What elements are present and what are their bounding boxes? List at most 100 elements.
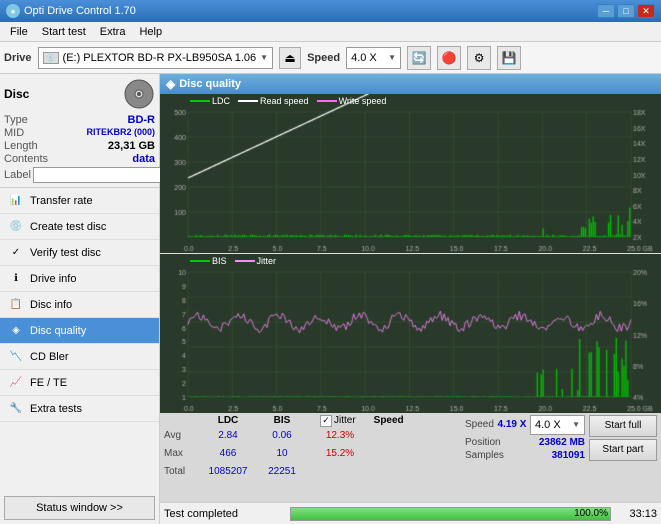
disc-panel-label: Disc — [4, 87, 29, 101]
sidebar-item-transfer-rate[interactable]: 📊 Transfer rate — [0, 188, 159, 214]
content-area: ◈ Disc quality LDC Read speed — [160, 74, 661, 524]
bis-legend-color — [190, 260, 210, 262]
sidebar-item-fe-te[interactable]: 📈 FE / TE — [0, 370, 159, 396]
start-part-button[interactable]: Start part — [589, 439, 657, 461]
save-button[interactable]: 💾 — [497, 46, 521, 70]
disc-panel: Disc Type BD-R MID RITEKBR2 (000) Length… — [0, 74, 159, 188]
length-value: 23,31 GB — [108, 140, 155, 152]
sidebar-item-disc-info[interactable]: 📋 Disc info — [0, 292, 159, 318]
create-test-disc-icon: 💿 — [8, 219, 24, 235]
app-icon: ● — [6, 4, 20, 18]
burn-button[interactable]: 🔴 — [437, 46, 461, 70]
max-bis: 10 — [262, 448, 302, 459]
sidebar-item-disc-quality[interactable]: ◈ Disc quality — [0, 318, 159, 344]
samples-value: 381091 — [552, 450, 585, 461]
speed-stat-value: 4.19 X — [498, 419, 527, 430]
menu-file[interactable]: File — [4, 24, 34, 40]
sidebar-item-verify-test-disc[interactable]: ✓ Verify test disc — [0, 240, 159, 266]
label-input[interactable] — [33, 167, 167, 183]
sidebar: Disc Type BD-R MID RITEKBR2 (000) Length… — [0, 74, 160, 524]
verify-test-disc-icon: ✓ — [8, 245, 24, 261]
jitter-checkbox[interactable]: ✓ — [320, 415, 332, 427]
start-full-button[interactable]: Start full — [589, 415, 657, 437]
stats-table: LDC BIS ✓ Jitter Speed Avg 2.84 0.06 12.… — [164, 415, 461, 500]
total-label: Total — [164, 466, 194, 477]
sidebar-item-extra-tests[interactable]: 🔧 Extra tests — [0, 396, 159, 422]
refresh-button[interactable]: 🔄 — [407, 46, 431, 70]
progress-bar: 100.0% — [290, 507, 611, 521]
menu-extra[interactable]: Extra — [94, 24, 132, 40]
panel-title: Disc quality — [179, 78, 241, 90]
speed-col-header: Speed — [364, 415, 414, 427]
progress-percent: 100.0% — [574, 508, 608, 520]
read-speed-legend-color — [238, 100, 258, 102]
position-value: 23862 MB — [539, 437, 585, 448]
bis-legend-label: BIS — [212, 256, 227, 266]
drive-icon: 💿 — [43, 52, 59, 64]
time-display: 33:13 — [617, 508, 657, 520]
jitter-legend-color — [235, 260, 255, 262]
avg-label: Avg — [164, 430, 194, 441]
disc-svg-icon — [123, 78, 155, 110]
start-buttons: Start full Start part — [589, 415, 657, 500]
avg-bis: 0.06 — [262, 430, 302, 441]
position-label: Position — [465, 437, 501, 448]
write-speed-legend-color — [317, 100, 337, 102]
drive-select[interactable]: 💿 (E:) PLEXTOR BD-R PX-LB950SA 1.06 ▼ — [38, 47, 274, 69]
maximize-button[interactable]: □ — [617, 4, 635, 18]
speed-stat-select[interactable]: 4.0 X ▼ — [530, 415, 585, 435]
toolbar: Drive 💿 (E:) PLEXTOR BD-R PX-LB950SA 1.0… — [0, 42, 661, 74]
jitter-header-label: Jitter — [334, 415, 356, 426]
panel-header-icon: ◈ — [166, 77, 175, 91]
minimize-button[interactable]: ─ — [597, 4, 615, 18]
speed-stat-select-value: 4.0 X — [535, 419, 570, 431]
status-window-button[interactable]: Status window >> — [4, 496, 155, 520]
extra-tests-icon: 🔧 — [8, 401, 24, 417]
menu-help[interactable]: Help — [133, 24, 168, 40]
menu-starttest[interactable]: Start test — [36, 24, 92, 40]
type-key: Type — [4, 114, 28, 126]
length-key: Length — [4, 140, 38, 152]
total-bis: 22251 — [262, 466, 302, 477]
main-content: Disc Type BD-R MID RITEKBR2 (000) Length… — [0, 74, 661, 524]
samples-label: Samples — [465, 450, 504, 461]
speed-stat-label: Speed — [465, 419, 494, 430]
ldc-chart: LDC Read speed Write speed — [160, 94, 661, 253]
avg-jitter: 12.3% — [320, 430, 360, 441]
status-text: Test completed — [164, 508, 284, 520]
transfer-rate-icon: 📊 — [8, 193, 24, 209]
write-speed-legend-label: Write speed — [339, 96, 387, 106]
eject-button[interactable]: ⏏ — [279, 47, 301, 69]
contents-value: data — [132, 153, 155, 165]
disc-info-icon: 📋 — [8, 297, 24, 313]
drive-info-icon: ℹ — [8, 271, 24, 287]
title-bar: ● Opti Drive Control 1.70 ─ □ ✕ — [0, 0, 661, 22]
drive-name: (E:) PLEXTOR BD-R PX-LB950SA 1.06 — [63, 52, 257, 64]
max-ldc: 466 — [198, 448, 258, 459]
ldc-chart-legend: LDC Read speed Write speed — [190, 96, 386, 106]
nav-list: 📊 Transfer rate 💿 Create test disc ✓ Ver… — [0, 188, 159, 422]
sidebar-item-create-test-disc[interactable]: 💿 Create test disc — [0, 214, 159, 240]
speed-label: Speed — [307, 52, 340, 64]
menu-bar: File Start test Extra Help — [0, 22, 661, 42]
total-ldc: 1085207 — [198, 466, 258, 477]
bis-col-header: BIS — [262, 415, 302, 427]
avg-ldc: 2.84 — [198, 430, 258, 441]
drive-label: Drive — [4, 52, 32, 64]
speed-select[interactable]: 4.0 X ▼ — [346, 47, 401, 69]
contents-key: Contents — [4, 153, 48, 165]
bis-chart-legend: BIS Jitter — [190, 256, 276, 266]
disc-quality-icon: ◈ — [8, 323, 24, 339]
speed-value: 4.0 X — [351, 52, 386, 64]
charts-area: LDC Read speed Write speed — [160, 94, 661, 413]
label-key: Label — [4, 169, 31, 181]
panel-header: ◈ Disc quality — [160, 74, 661, 94]
speed-stat-dropdown-icon: ▼ — [572, 420, 580, 429]
sidebar-item-drive-info[interactable]: ℹ Drive info — [0, 266, 159, 292]
right-stats: Speed 4.19 X 4.0 X ▼ Position 23862 MB S… — [465, 415, 585, 500]
close-button[interactable]: ✕ — [637, 4, 655, 18]
jitter-legend-label: Jitter — [257, 256, 277, 266]
sidebar-item-cd-bler[interactable]: 📉 CD Bler — [0, 344, 159, 370]
settings-button[interactable]: ⚙ — [467, 46, 491, 70]
mid-key: MID — [4, 127, 24, 139]
